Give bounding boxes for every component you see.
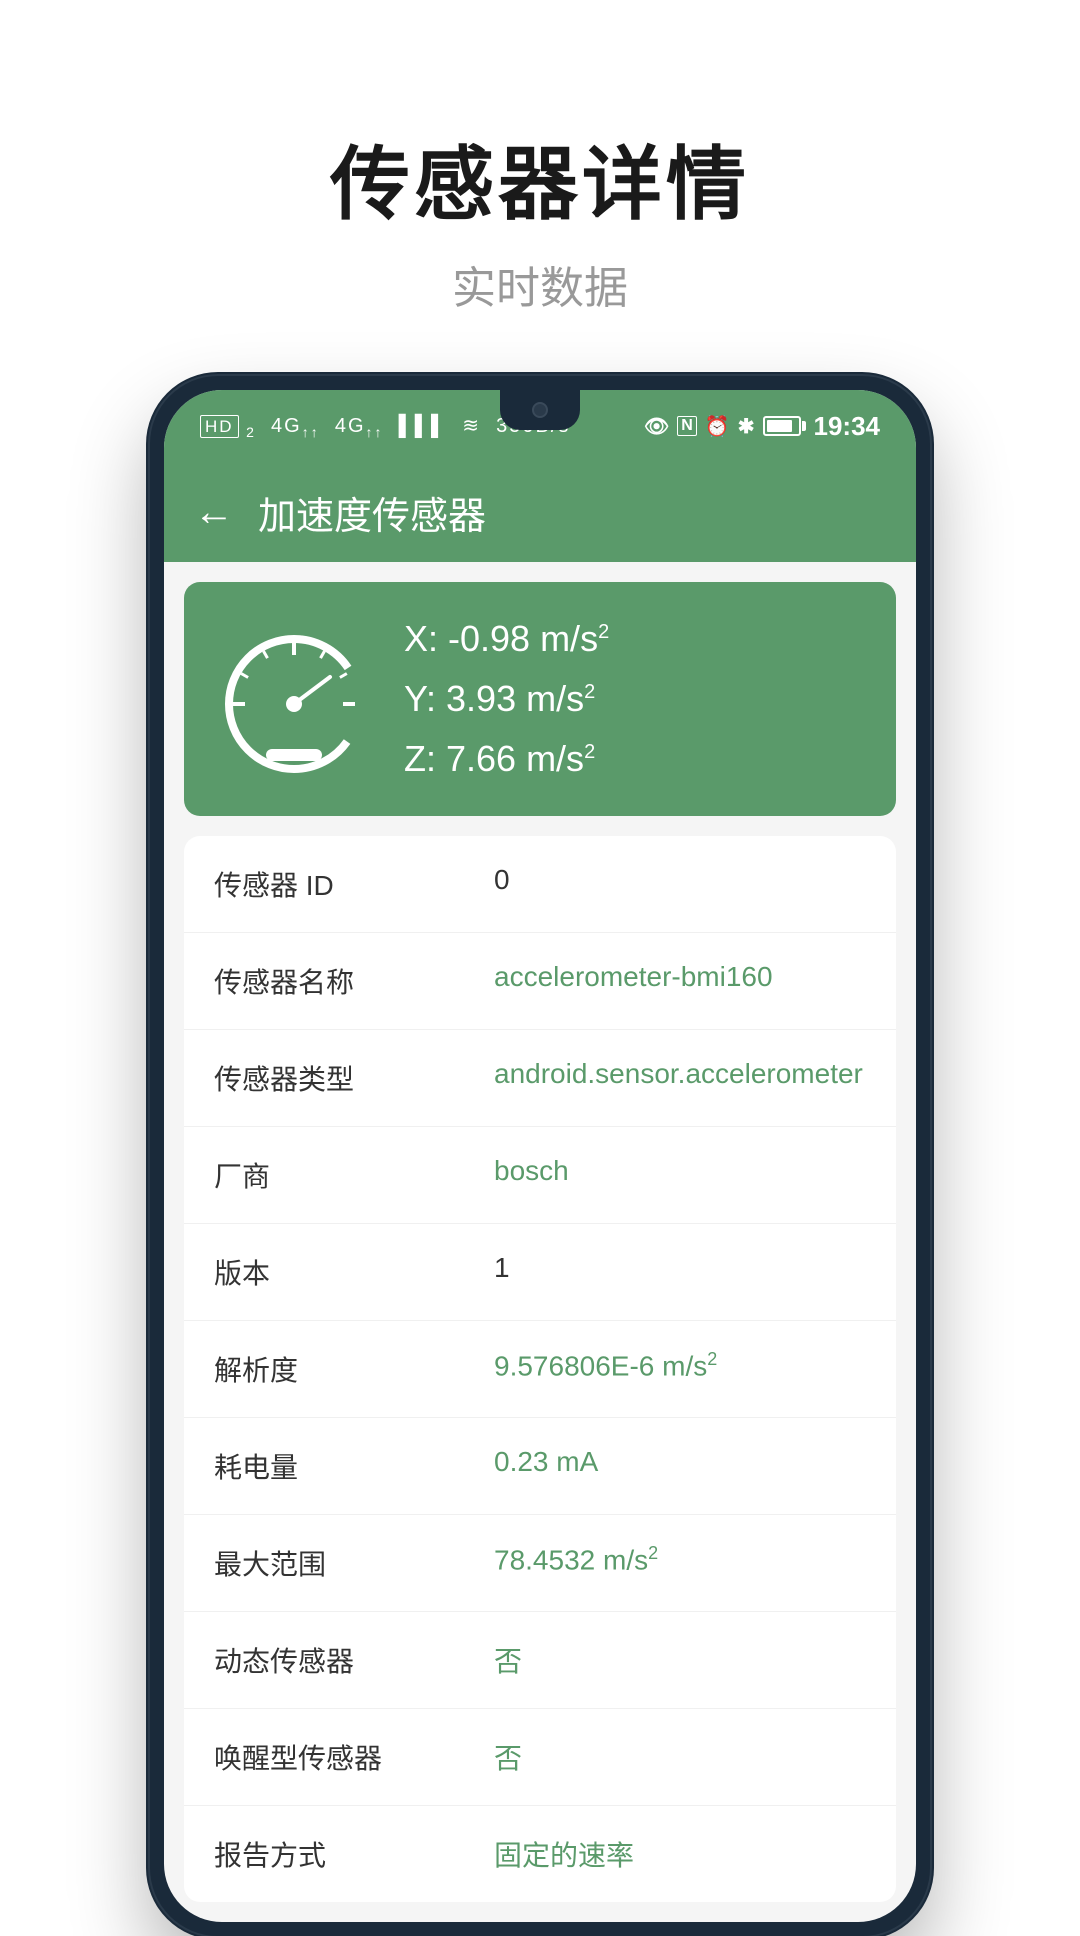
table-row: 报告方式 固定的速率 [184, 1806, 896, 1902]
page-header: 传感器详情 实时数据 [330, 120, 750, 316]
back-button[interactable]: ← [194, 492, 234, 532]
status-bar: HD 2 4G↑↑ 4G↑↑ ▌▌▌ ≋ 350B/s 👁 N ⏰ ✱ [164, 390, 916, 462]
phone-screen: HD 2 4G↑↑ 4G↑↑ ▌▌▌ ≋ 350B/s 👁 N ⏰ ✱ [164, 390, 916, 1922]
value-range: 78.4532 m/s2 [494, 1543, 866, 1576]
label-id: 传感器 ID [214, 864, 494, 904]
value-dynamic: 否 [494, 1640, 866, 1680]
label-dynamic: 动态传感器 [214, 1640, 494, 1680]
app-bar-title: 加速度传感器 [258, 485, 486, 540]
eye-icon: 👁 [644, 414, 669, 439]
value-name: accelerometer-bmi160 [494, 961, 866, 993]
table-row: 唤醒型传感器 否 [184, 1709, 896, 1806]
sensor-y: Y: 3.93 m/s2 [404, 678, 609, 720]
value-type: android.sensor.accelerometer [494, 1058, 866, 1090]
phone-mockup: HD 2 4G↑↑ 4G↑↑ ▌▌▌ ≋ 350B/s 👁 N ⏰ ✱ [150, 376, 930, 1936]
table-row: 版本 1 [184, 1224, 896, 1321]
value-id: 0 [494, 864, 866, 896]
status-bar-right: 👁 N ⏰ ✱ 19:34 [644, 411, 880, 442]
table-row: 动态传感器 否 [184, 1612, 896, 1709]
nfc-icon: N [677, 416, 697, 436]
battery-icon [763, 416, 806, 436]
sensor-values: X: -0.98 m/s2 Y: 3.93 m/s2 Z: 7.66 m/s2 [404, 618, 609, 780]
value-report: 固定的速率 [494, 1834, 866, 1874]
table-row: 传感器 ID 0 [184, 836, 896, 933]
sensor-card: X: -0.98 m/s2 Y: 3.93 m/s2 Z: 7.66 m/s2 [184, 582, 896, 816]
time-display: 19:34 [814, 411, 881, 442]
sensor-z: Z: 7.66 m/s2 [404, 738, 609, 780]
app-bar: ← 加速度传感器 [164, 462, 916, 562]
bluetooth-icon: ✱ [738, 414, 755, 439]
label-type: 传感器类型 [214, 1058, 494, 1098]
status-right-icons: 👁 N ⏰ ✱ 19:34 [644, 411, 880, 442]
value-resolution: 9.576806E-6 m/s2 [494, 1349, 866, 1382]
page-title: 传感器详情 [330, 120, 750, 236]
page-subtitle: 实时数据 [330, 252, 750, 316]
table-row: 传感器名称 accelerometer-bmi160 [184, 933, 896, 1030]
label-wakeup: 唤醒型传感器 [214, 1737, 494, 1777]
table-row: 最大范围 78.4532 m/s2 [184, 1515, 896, 1612]
label-name: 传感器名称 [214, 961, 494, 1001]
value-power: 0.23 mA [494, 1446, 866, 1478]
label-report: 报告方式 [214, 1834, 494, 1874]
value-vendor: bosch [494, 1155, 866, 1187]
front-camera [532, 402, 548, 418]
label-power: 耗电量 [214, 1446, 494, 1486]
sensor-x: X: -0.98 m/s2 [404, 618, 609, 660]
table-row: 传感器类型 android.sensor.accelerometer [184, 1030, 896, 1127]
value-version: 1 [494, 1252, 866, 1284]
alarm-icon: ⏰ [705, 414, 730, 439]
table-row: 耗电量 0.23 mA [184, 1418, 896, 1515]
label-resolution: 解析度 [214, 1349, 494, 1389]
status-notch [500, 390, 580, 430]
label-vendor: 厂商 [214, 1155, 494, 1195]
value-wakeup: 否 [494, 1737, 866, 1777]
speedometer-icon [214, 619, 374, 779]
table-row: 厂商 bosch [184, 1127, 896, 1224]
label-version: 版本 [214, 1252, 494, 1292]
info-table: 传感器 ID 0 传感器名称 accelerometer-bmi160 传感器类… [184, 836, 896, 1902]
table-row: 解析度 9.576806E-6 m/s2 [184, 1321, 896, 1418]
label-range: 最大范围 [214, 1543, 494, 1583]
